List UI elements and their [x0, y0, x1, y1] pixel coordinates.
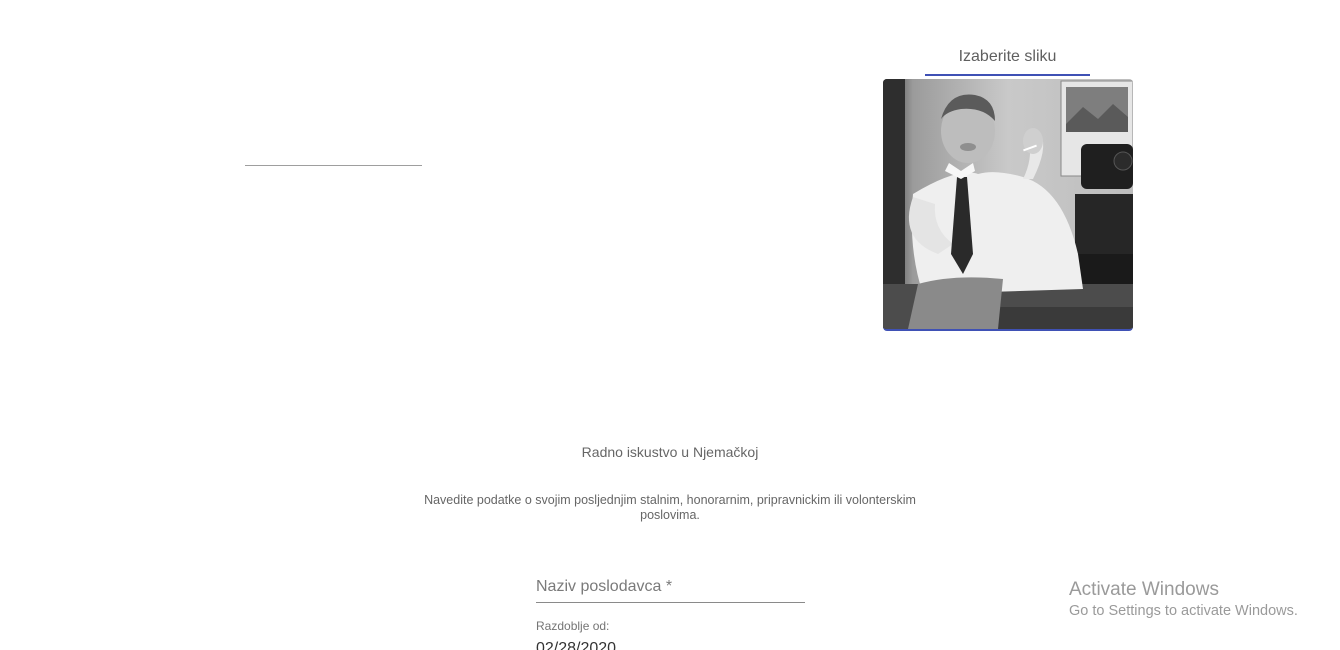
activate-windows-title: Activate Windows — [1069, 579, 1219, 600]
employer-name-input[interactable] — [536, 574, 805, 600]
work-experience-title: Radno iskustvo u Njemačkoj — [581, 444, 759, 460]
activate-windows-subtitle: Go to Settings to activate Windows. — [1069, 603, 1298, 619]
profile-photo[interactable] — [883, 79, 1133, 331]
work-experience-description: Navedite podatke o svojim posljednjim st… — [424, 493, 916, 522]
choose-image-button[interactable]: Izaberite sliku — [925, 48, 1090, 76]
empty-input-underline[interactable] — [245, 165, 422, 166]
activate-windows-watermark: Activate Windows Go to Settings to activ… — [1069, 579, 1298, 621]
employer-name-field[interactable] — [536, 574, 805, 603]
period-from-date-input[interactable]: 02/28/2020 — [536, 640, 616, 650]
period-from-label: Razdoblje od: — [536, 619, 610, 633]
page: Izaberite sliku Radno iskustvo u Njemačk… — [0, 0, 1340, 650]
profile-photo-image — [883, 79, 1133, 329]
